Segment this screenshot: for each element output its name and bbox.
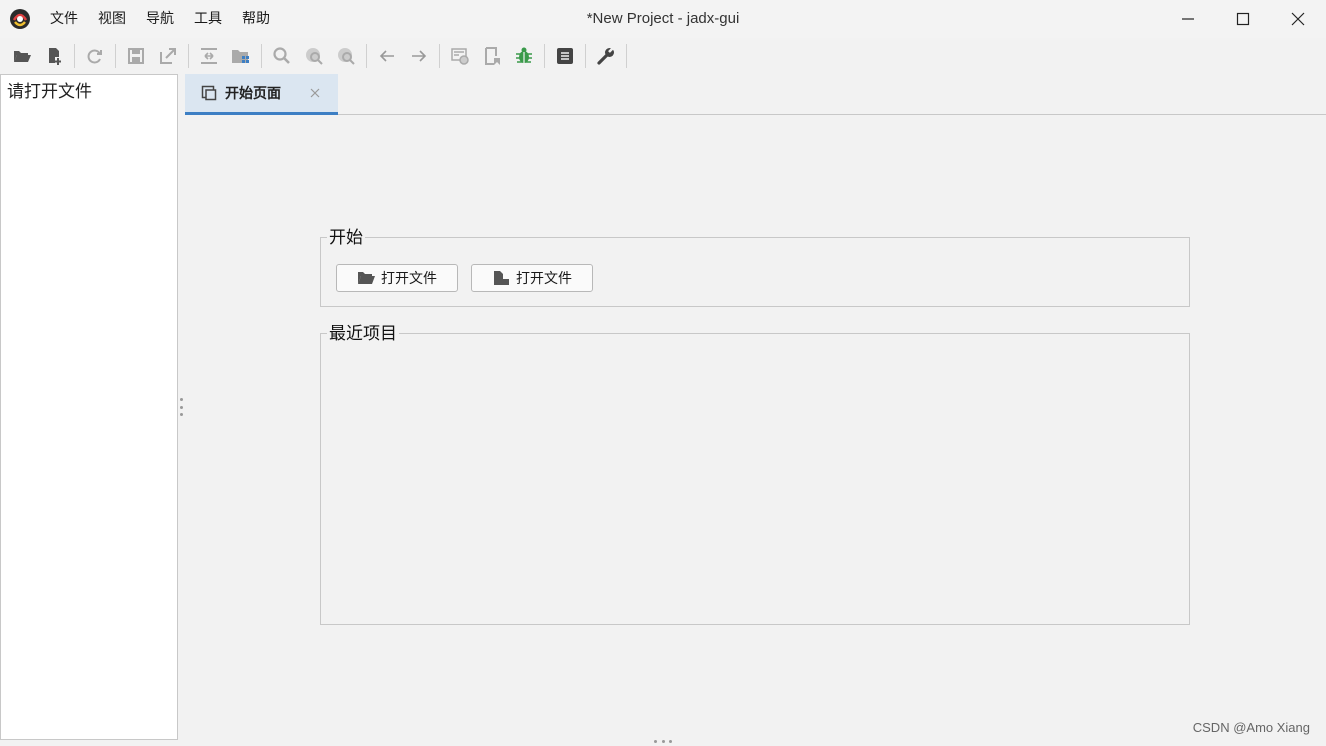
tab-bar: 开始页面 bbox=[185, 74, 1326, 115]
search-usage-icon bbox=[338, 48, 355, 65]
grip-dot bbox=[654, 740, 657, 743]
project-tree-panel[interactable]: 请打开文件 bbox=[0, 74, 178, 740]
maximize-icon bbox=[1236, 12, 1250, 26]
debug-button[interactable] bbox=[511, 43, 537, 69]
grip-dot bbox=[661, 740, 665, 743]
reload-button[interactable] bbox=[82, 43, 108, 69]
save-icon bbox=[128, 48, 144, 64]
add-files-button-label: 打开文件 bbox=[516, 271, 572, 287]
add-file-icon bbox=[494, 271, 509, 285]
open-file-button-label: 打开文件 bbox=[381, 271, 437, 287]
menu-navigation[interactable]: 导航 bbox=[136, 0, 184, 38]
start-section-title: 开始 bbox=[327, 223, 365, 248]
toolbar-separator bbox=[585, 44, 586, 68]
toolbar-separator bbox=[544, 44, 545, 68]
watermark-text: CSDN @Amo Xiang bbox=[1192, 720, 1310, 735]
toolbar-separator bbox=[188, 44, 189, 68]
toolbar-separator bbox=[115, 44, 116, 68]
log-icon bbox=[557, 48, 573, 64]
add-file-icon bbox=[49, 48, 61, 65]
add-file-button[interactable] bbox=[41, 43, 67, 69]
back-icon bbox=[379, 50, 394, 62]
open-file-button[interactable] bbox=[9, 43, 35, 69]
reload-icon bbox=[87, 49, 102, 64]
log-button[interactable] bbox=[552, 43, 578, 69]
menu-tools[interactable]: 工具 bbox=[184, 0, 232, 38]
debug-icon bbox=[516, 47, 532, 63]
preferences-button[interactable] bbox=[593, 43, 619, 69]
grip-dot bbox=[179, 413, 183, 416]
menu-file[interactable]: 文件 bbox=[40, 0, 88, 38]
recent-projects-section: 最近项目 bbox=[320, 319, 1190, 625]
toolbar-separator bbox=[626, 44, 627, 68]
decompile-all-icon bbox=[451, 48, 469, 65]
folder-open-icon bbox=[358, 272, 375, 284]
sync-button[interactable] bbox=[196, 43, 222, 69]
tab-start-page[interactable]: 开始页面 bbox=[185, 74, 338, 115]
open-file-button-primary[interactable]: 打开文件 bbox=[336, 264, 458, 292]
search-usage-button[interactable] bbox=[333, 43, 359, 69]
sync-icon bbox=[201, 48, 217, 64]
grip-dot bbox=[179, 405, 183, 409]
export-button[interactable] bbox=[155, 43, 181, 69]
tab-label: 开始页面 bbox=[225, 86, 281, 102]
tree-placeholder-text: 请打开文件 bbox=[7, 82, 92, 102]
forward-button[interactable] bbox=[406, 43, 432, 69]
menu-help[interactable]: 帮助 bbox=[232, 0, 280, 38]
search-button[interactable] bbox=[269, 43, 295, 69]
save-button[interactable] bbox=[123, 43, 149, 69]
toolbar-separator bbox=[261, 44, 262, 68]
close-icon bbox=[1291, 12, 1305, 26]
menu-bar: 文件 视图 导航 工具 帮助 bbox=[40, 0, 280, 38]
search-class-button[interactable] bbox=[301, 43, 327, 69]
minimize-icon bbox=[1182, 18, 1194, 20]
recent-projects-title: 最近项目 bbox=[327, 319, 399, 344]
vertical-splitter-handle[interactable] bbox=[179, 398, 183, 416]
search-class-icon bbox=[306, 48, 323, 65]
forward-icon bbox=[412, 50, 427, 62]
grip-dot bbox=[669, 740, 672, 743]
horizontal-splitter-handle[interactable] bbox=[654, 740, 672, 744]
grip-dot bbox=[179, 398, 183, 401]
wrench-icon bbox=[597, 47, 614, 65]
maximize-button[interactable] bbox=[1216, 0, 1270, 38]
export-icon bbox=[160, 48, 176, 64]
close-button[interactable] bbox=[1271, 0, 1325, 38]
flatten-packages-button[interactable] bbox=[228, 43, 254, 69]
decompile-all-button[interactable] bbox=[447, 43, 473, 69]
bookmark-button[interactable] bbox=[479, 43, 505, 69]
title-bar: 文件 视图 导航 工具 帮助 *New Project - jadx-gui bbox=[0, 0, 1326, 38]
minimize-button[interactable] bbox=[1161, 0, 1215, 38]
menu-view[interactable]: 视图 bbox=[88, 0, 136, 38]
add-files-button[interactable]: 打开文件 bbox=[471, 264, 593, 292]
search-icon bbox=[273, 47, 290, 64]
toolbar-separator bbox=[74, 44, 75, 68]
open-file-icon bbox=[14, 51, 31, 62]
jadx-logo-icon bbox=[10, 9, 30, 29]
start-page-icon bbox=[201, 85, 217, 101]
bookmark-icon bbox=[485, 47, 500, 65]
toolbar bbox=[0, 38, 1326, 74]
flatten-packages-icon bbox=[232, 50, 249, 63]
back-button[interactable] bbox=[374, 43, 400, 69]
close-tab-icon[interactable] bbox=[308, 86, 322, 100]
toolbar-separator bbox=[366, 44, 367, 68]
toolbar-separator bbox=[439, 44, 440, 68]
start-section: 开始 打开文件 打开文件 bbox=[320, 223, 1190, 307]
